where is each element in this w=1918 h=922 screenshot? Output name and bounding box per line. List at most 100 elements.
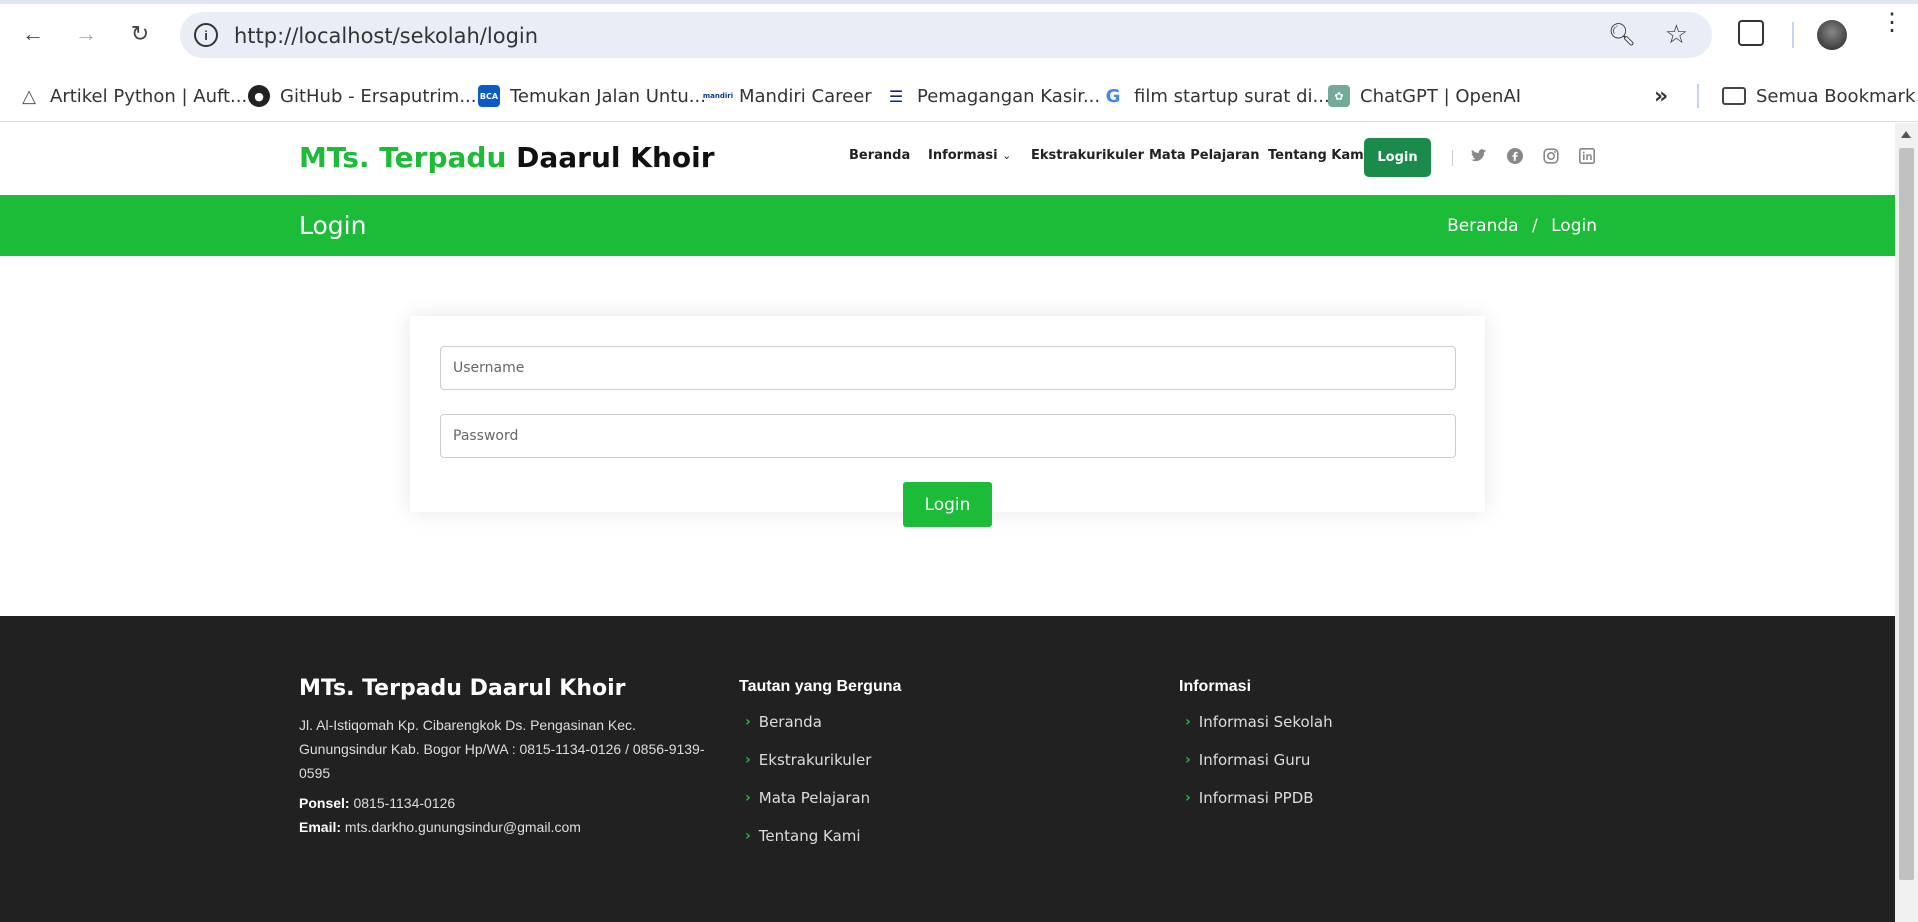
nav-home[interactable]: Beranda [849,148,910,163]
nav-informasi[interactable]: Informasi ⌄ [928,148,1011,163]
site-footer: MTs. Terpadu Daarul Khoir Jl. Al-Istiqom… [0,616,1895,922]
logo-part-green: MTs. Terpadu [299,141,507,174]
nav-informasi-label: Informasi [928,148,998,163]
phone-value: 0815-1134-0126 [353,795,456,811]
address-bar[interactable]: i http://localhost/sekolah/login 🔍︎ ☆ [180,12,1712,58]
instagram-icon[interactable] [1542,147,1560,165]
tab-strip [0,0,1918,4]
bookmark-item[interactable]: G film startup surat di... [1102,82,1330,110]
footer-link-label: Informasi Sekolah [1198,713,1333,731]
breadcrumb: Beranda / Login [1447,216,1597,236]
footer-email-row: Email: mts.darkho.gunungsindur@gmail.com [299,815,581,839]
nav-divider [1452,150,1453,166]
browser-toolbar: ← → ↻ i http://localhost/sekolah/login 🔍… [0,0,1918,70]
breadcrumb-separator: / [1531,216,1538,236]
chevron-right-icon: › [1185,714,1191,730]
footer-link-mata-pelajaran[interactable]: › Mata Pelajaran [745,789,870,807]
footer-link-ekstrakurikuler[interactable]: › Ekstrakurikuler [745,751,871,769]
forward-icon[interactable]: → [68,16,104,52]
chevron-right-icon: › [1185,752,1191,768]
chevron-right-icon: › [745,752,751,768]
footer-link-label: Mata Pelajaran [758,789,871,807]
bookmark-divider [1697,84,1699,108]
more-bookmarks-icon[interactable]: » [1654,82,1668,110]
breadcrumb-home[interactable]: Beranda [1447,216,1519,236]
reload-icon[interactable]: ↻ [122,16,158,52]
toolbar-divider [1792,22,1794,48]
scroll-up-arrow-icon[interactable] [1901,131,1911,138]
chevron-right-icon: › [745,828,751,844]
chevron-down-icon: ⌄ [1002,149,1012,162]
chevron-right-icon: › [745,714,751,730]
folder-icon [1722,87,1746,105]
footer-link-tentang-kami[interactable]: › Tentang Kami [745,827,861,845]
bookmarks-bar: △ Artikel Python | Auft... ● GitHub - Er… [0,70,1918,122]
login-form-card: Login [410,316,1485,527]
email-label: Email: [299,819,342,835]
nav-ekstrakurikuler[interactable]: Ekstrakurikuler [1031,148,1144,163]
profile-avatar[interactable] [1817,20,1847,50]
bookmark-label: Mandiri Career [739,85,872,107]
chevron-right-icon: › [745,790,751,806]
nav-mata-pelajaran[interactable]: Mata Pelajaran [1149,148,1259,163]
bookmark-item[interactable]: △ Artikel Python | Auft... [18,82,247,110]
footer-link-informasi-sekolah[interactable]: › Informasi Sekolah [1185,713,1333,731]
page-scrollbar[interactable] [1895,123,1918,922]
bookmark-label: film startup surat di... [1134,85,1330,107]
chevron-right-icon: › [1185,790,1191,806]
username-input[interactable] [441,347,1455,389]
footer-link-label: Ekstrakurikuler [758,751,872,769]
scrollbar-thumb[interactable] [1899,148,1914,880]
login-submit-button[interactable]: Login [903,482,992,527]
bookmark-star-icon[interactable]: ☆ [1665,19,1688,50]
footer-link-label: Informasi PPDB [1198,789,1314,807]
bookmark-item[interactable]: ✿ ChatGPT | OpenAI [1328,82,1521,110]
page-title: Login [299,211,367,240]
triangle-logo-icon: △ [22,85,36,107]
footer-link-label: Tentang Kami [758,827,861,845]
page-title-banner: Login Beranda / Login [0,195,1895,256]
site-info-icon[interactable]: i [194,23,218,47]
footer-link-informasi-ppdb[interactable]: › Informasi PPDB [1185,789,1314,807]
all-bookmarks-label: Semua Bookmark [1756,85,1916,107]
footer-contact: Ponsel: 0815-1134-0126 Email: mts.darkho… [299,791,581,839]
site-logo[interactable]: MTs. Terpadu Daarul Khoir [299,141,715,174]
bookmark-item[interactable]: BCA Temukan Jalan Untu... [478,82,706,110]
footer-link-label: Beranda [758,713,822,731]
password-field[interactable] [440,414,1456,458]
url-text[interactable]: http://localhost/sekolah/login [234,24,538,48]
password-input[interactable] [441,415,1455,457]
footer-link-label: Informasi Guru [1198,751,1311,769]
nav-tentang-kami[interactable]: Tentang Kami [1268,148,1368,163]
footer-brand: MTs. Terpadu Daarul Khoir [299,676,626,701]
bookmark-label: ChatGPT | OpenAI [1360,85,1522,107]
twitter-icon[interactable] [1470,147,1488,165]
back-icon[interactable]: ← [15,16,51,52]
footer-links-heading: Tautan yang Berguna [739,678,902,695]
extensions-icon[interactable] [1738,20,1764,46]
footer-link-beranda[interactable]: › Beranda [745,713,822,731]
bookmark-label: GitHub - Ersaputrim... [280,85,477,107]
google-icon: G [1102,85,1124,107]
bca-logo-icon: BCA [478,85,500,107]
zoom-icon[interactable]: 🔍︎ [1608,22,1636,48]
username-field[interactable] [440,346,1456,390]
chatgpt-icon: ✿ [1328,85,1350,107]
nav-login-button[interactable]: Login [1364,138,1431,177]
footer-phone-row: Ponsel: 0815-1134-0126 [299,791,581,815]
footer-address: Jl. Al-Istiqomah Kp. Cibarengkok Ds. Pen… [299,717,705,781]
bookmark-item[interactable]: ☰ Pemagangan Kasir... [885,82,1100,110]
bookmark-item[interactable]: mandiri Mandiri Career [703,82,872,110]
bookmark-label: Artikel Python | Auft... [50,85,248,107]
browser-menu-icon[interactable]: ⋮ [1880,11,1904,35]
all-bookmarks[interactable]: Semua Bookmark [1722,82,1915,110]
site-header: MTs. Terpadu Daarul Khoir Beranda Inform… [0,123,1895,195]
logo-part-dark: Daarul Khoir [516,141,715,174]
phone-label: Ponsel: [299,795,350,811]
facebook-icon[interactable] [1506,147,1524,165]
bookmark-item[interactable]: ● GitHub - Ersaputrim... [248,82,477,110]
linkedin-icon[interactable] [1578,147,1596,165]
footer-link-informasi-guru[interactable]: › Informasi Guru [1185,751,1310,769]
footer-info-heading: Informasi [1179,678,1252,695]
breadcrumb-current: Login [1551,216,1597,236]
